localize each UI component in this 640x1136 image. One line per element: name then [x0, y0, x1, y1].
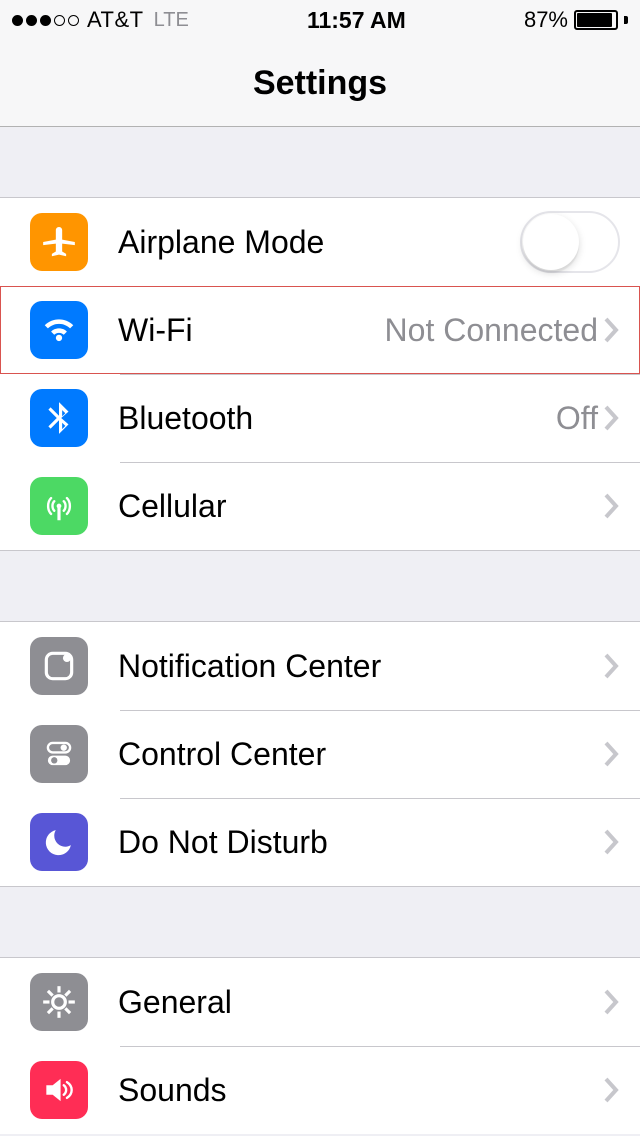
chevron-right-icon	[604, 989, 620, 1015]
group-spacer	[0, 551, 640, 621]
row-label: Do Not Disturb	[118, 824, 604, 861]
settings-group-connectivity: Airplane Mode Wi-Fi Not Connected Blueto…	[0, 197, 640, 551]
clock: 11:57 AM	[307, 7, 406, 34]
row-bluetooth[interactable]: Bluetooth Off	[0, 374, 640, 462]
row-control-center[interactable]: Control Center	[0, 710, 640, 798]
airplane-mode-toggle[interactable]	[520, 211, 620, 273]
row-general[interactable]: General	[0, 958, 640, 1046]
row-label: Notification Center	[118, 648, 604, 685]
row-do-not-disturb[interactable]: Do Not Disturb	[0, 798, 640, 886]
nav-header: Settings	[0, 40, 640, 127]
row-value: Not Connected	[385, 312, 598, 349]
chevron-right-icon	[604, 829, 620, 855]
chevron-right-icon	[604, 741, 620, 767]
battery-icon	[574, 10, 618, 30]
speaker-icon	[30, 1061, 88, 1119]
row-wifi[interactable]: Wi-Fi Not Connected	[0, 286, 640, 374]
chevron-right-icon	[604, 317, 620, 343]
notification-center-icon	[30, 637, 88, 695]
settings-group-controls: Notification Center Control Center Do No…	[0, 621, 640, 887]
carrier-label: AT&T	[87, 7, 144, 33]
row-airplane-mode[interactable]: Airplane Mode	[0, 198, 640, 286]
row-label: Cellular	[118, 488, 604, 525]
airplane-icon	[30, 213, 88, 271]
row-value: Off	[556, 400, 598, 437]
row-label: Airplane Mode	[118, 224, 520, 261]
row-notification-center[interactable]: Notification Center	[0, 622, 640, 710]
cellular-icon	[30, 477, 88, 535]
row-sounds[interactable]: Sounds	[0, 1046, 640, 1134]
chevron-right-icon	[604, 653, 620, 679]
group-spacer	[0, 887, 640, 957]
gear-icon	[30, 973, 88, 1031]
status-left: AT&T LTE	[12, 7, 189, 33]
status-right: 87%	[524, 7, 628, 33]
row-label: Wi-Fi	[118, 312, 385, 349]
group-spacer	[0, 127, 640, 197]
settings-group-general: General Sounds	[0, 957, 640, 1134]
network-type-label: LTE	[154, 9, 189, 32]
bluetooth-icon	[30, 389, 88, 447]
row-label: Bluetooth	[118, 400, 556, 437]
row-label: Sounds	[118, 1072, 604, 1109]
row-label: Control Center	[118, 736, 604, 773]
battery-percent: 87%	[524, 7, 568, 33]
control-center-icon	[30, 725, 88, 783]
chevron-right-icon	[604, 493, 620, 519]
row-cellular[interactable]: Cellular	[0, 462, 640, 550]
chevron-right-icon	[604, 1077, 620, 1103]
page-title: Settings	[253, 64, 387, 103]
status-bar: AT&T LTE 11:57 AM 87%	[0, 0, 640, 40]
wifi-icon	[30, 301, 88, 359]
chevron-right-icon	[604, 405, 620, 431]
row-label: General	[118, 984, 604, 1021]
moon-icon	[30, 813, 88, 871]
signal-strength-icon	[12, 15, 79, 26]
